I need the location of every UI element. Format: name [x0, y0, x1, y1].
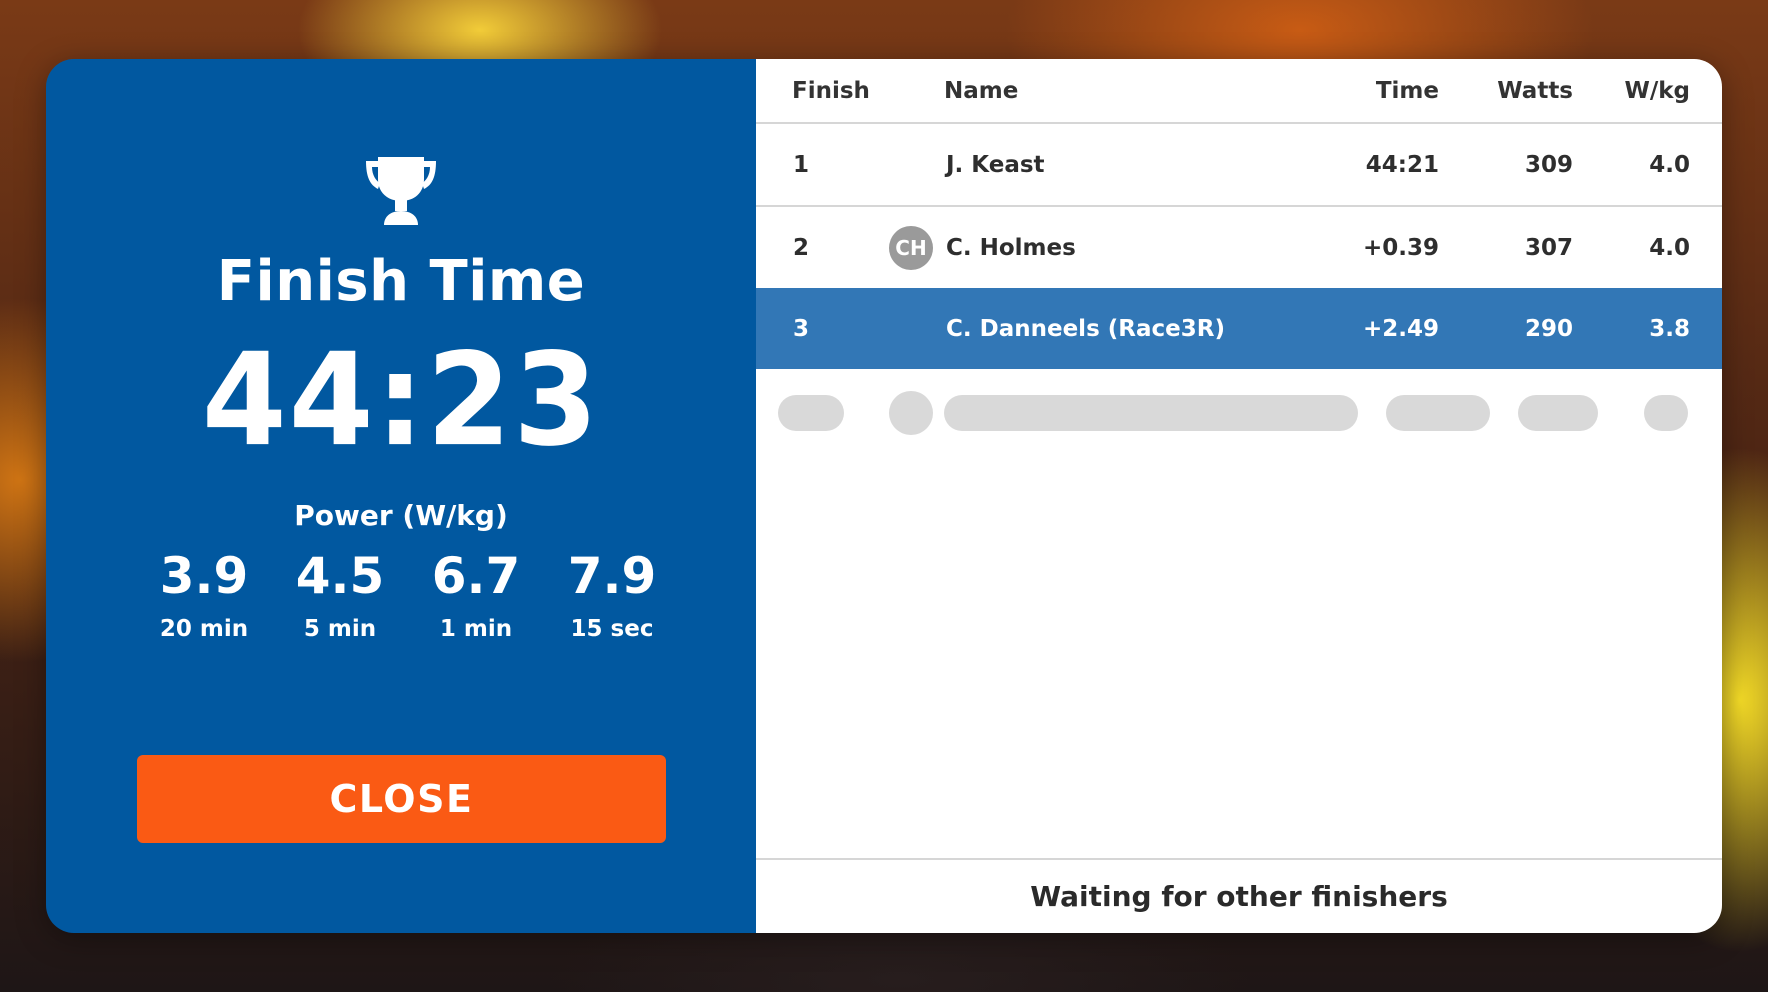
power-value: 6.7: [431, 547, 521, 605]
placeholder-wkg: [1644, 395, 1688, 431]
rider-time: +2.49: [1362, 315, 1439, 342]
power-duration: 20 min: [159, 616, 249, 642]
column-header-finish: Finish: [792, 77, 870, 104]
rider-time: 44:21: [1365, 151, 1439, 178]
placeholder-watts: [1518, 395, 1598, 431]
table-row[interactable]: 2 CH C. Holmes +0.39 307 4.0: [756, 207, 1722, 290]
power-duration: 1 min: [439, 616, 513, 642]
avatar: CH: [889, 226, 933, 270]
placeholder-time: [1386, 395, 1490, 431]
rider-wkg: 4.0: [1649, 234, 1690, 261]
close-button[interactable]: CLOSE: [137, 755, 666, 843]
rider-name: J. Keast: [946, 151, 1045, 178]
power-stat-5min: 4.5 5 min: [272, 547, 408, 643]
rider-watts: 309: [1524, 151, 1573, 178]
waiting-status: Waiting for other finishers: [756, 858, 1722, 933]
finish-time-value: 44:23: [201, 325, 601, 475]
power-value: 3.9: [159, 547, 249, 605]
results-panel: Finish Name Time Watts W/kg 1 J. Keast 4…: [756, 59, 1722, 933]
column-header-wkg: W/kg: [1624, 77, 1690, 104]
column-header-watts: Watts: [1497, 77, 1573, 104]
rider-name: C. Danneels (Race3R): [946, 315, 1225, 342]
power-stat-15sec: 7.9 15 sec: [544, 547, 680, 643]
results-table-header: Finish Name Time Watts W/kg: [756, 59, 1722, 124]
finish-position: 1: [793, 151, 810, 178]
table-row[interactable]: 1 J. Keast 44:21 309 4.0: [756, 124, 1722, 207]
finish-results-modal: Finish Time 44:23 Power (W/kg) 3.9 20 mi…: [46, 59, 1722, 933]
power-value: 7.9: [567, 547, 657, 605]
placeholder-finish: [778, 395, 844, 431]
column-header-name: Name: [944, 77, 1019, 104]
rider-name: C. Holmes: [946, 234, 1076, 261]
trophy-icon: [366, 157, 436, 225]
finish-summary-panel: Finish Time 44:23 Power (W/kg) 3.9 20 mi…: [46, 59, 756, 933]
table-row-current-rider[interactable]: 3 C. Danneels (Race3R) +2.49 290 3.8: [756, 288, 1722, 369]
power-value: 4.5: [295, 547, 385, 605]
rider-watts: 290: [1524, 315, 1573, 342]
rider-wkg: 4.0: [1649, 151, 1690, 178]
power-stat-20min: 3.9 20 min: [136, 547, 272, 643]
power-duration: 15 sec: [570, 616, 654, 642]
placeholder-avatar: [889, 391, 933, 435]
finish-position: 3: [793, 315, 810, 342]
power-duration: 5 min: [303, 616, 377, 642]
column-header-time: Time: [1375, 77, 1439, 104]
placeholder-name: [944, 395, 1358, 431]
power-stats: 3.9 20 min 4.5 5 min 6.7 1 min 7.9 15 se…: [136, 547, 680, 643]
power-title: Power (W/kg): [294, 499, 508, 532]
power-stat-1min: 6.7 1 min: [408, 547, 544, 643]
rider-time: +0.39: [1362, 234, 1439, 261]
rider-watts: 307: [1524, 234, 1573, 261]
rider-wkg: 3.8: [1649, 315, 1690, 342]
finish-position: 2: [793, 234, 810, 261]
finish-time-title: Finish Time: [216, 249, 586, 314]
